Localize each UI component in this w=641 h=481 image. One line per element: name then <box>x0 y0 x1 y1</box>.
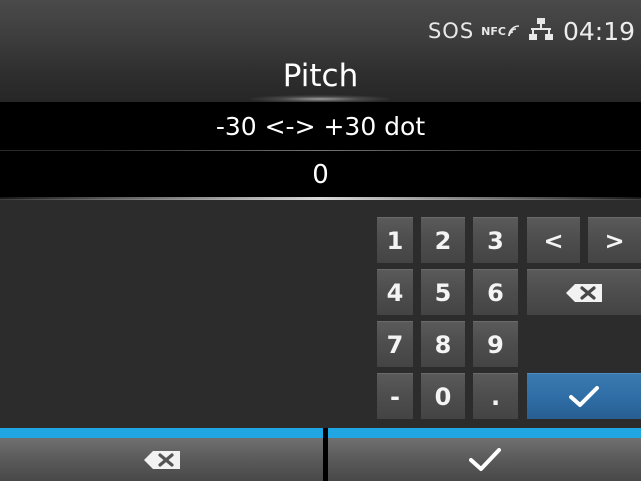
backspace-icon <box>143 450 180 469</box>
sos-indicator: SOS <box>427 19 475 43</box>
key-backspace[interactable] <box>527 269 641 315</box>
key-cursor-left[interactable]: < <box>527 217 580 263</box>
value-text: 0 <box>312 160 329 190</box>
key-9[interactable]: 9 <box>473 321 518 367</box>
bottom-backspace-button[interactable] <box>0 428 323 481</box>
checkmark-icon <box>468 447 501 471</box>
key-3[interactable]: 3 <box>473 217 518 263</box>
backspace-icon <box>566 283 602 302</box>
header: SOS NFC 04:19 Pitch <box>0 0 641 103</box>
nfc-label: NFC <box>481 24 506 38</box>
key-confirm[interactable] <box>527 373 641 419</box>
range-text: -30 <-> +30 dot <box>215 111 426 141</box>
numeric-keypad: 1 2 3 < > 4 5 6 7 8 9 - 0 . <box>0 200 641 428</box>
key-cursor-right[interactable]: > <box>588 217 641 263</box>
checkmark-icon <box>569 385 599 407</box>
nfc-icon: NFC <box>481 24 521 38</box>
network-icon <box>528 17 554 45</box>
key-5[interactable]: 5 <box>421 269 465 315</box>
key-1[interactable]: 1 <box>377 217 413 263</box>
page-title: Pitch <box>282 58 359 94</box>
clock: 04:19 <box>562 16 635 46</box>
value-field[interactable]: 0 <box>0 151 641 199</box>
range-label: -30 <-> +30 dot <box>0 102 641 150</box>
status-bar: SOS NFC 04:19 <box>428 14 635 48</box>
key-minus[interactable]: - <box>377 373 413 419</box>
key-0[interactable]: 0 <box>421 373 465 419</box>
pitch-settings-screen: SOS NFC 04:19 Pitch -30 <-> +30 dot 0 1 … <box>0 0 641 481</box>
bottom-bar <box>0 428 641 481</box>
key-2[interactable]: 2 <box>421 217 465 263</box>
key-7[interactable]: 7 <box>377 321 413 367</box>
key-decimal[interactable]: . <box>473 373 518 419</box>
key-4[interactable]: 4 <box>377 269 413 315</box>
key-8[interactable]: 8 <box>421 321 465 367</box>
key-6[interactable]: 6 <box>473 269 518 315</box>
bottom-confirm-button[interactable] <box>328 428 641 481</box>
